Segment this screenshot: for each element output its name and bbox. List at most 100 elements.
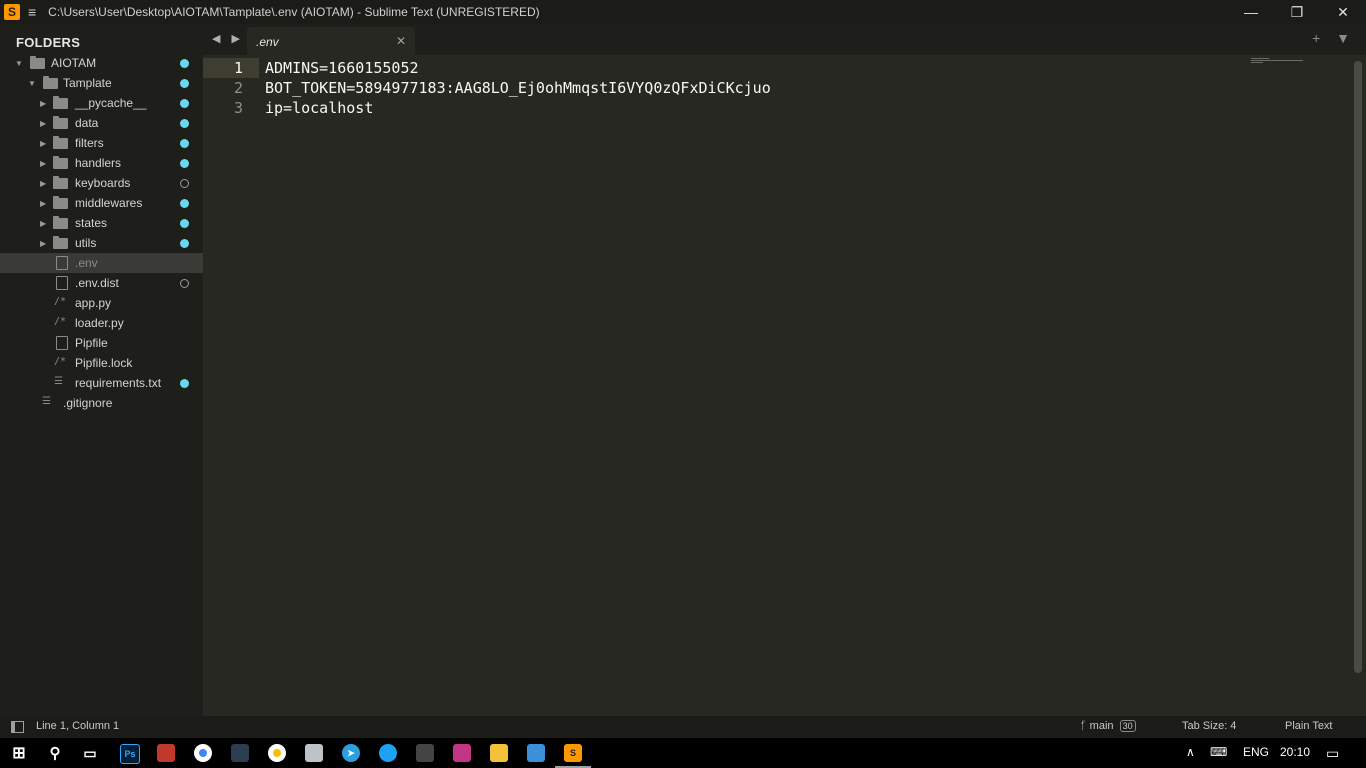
tray-chevron-icon[interactable]: ∧: [1186, 745, 1195, 759]
tree-label: filters: [75, 136, 104, 150]
editor[interactable]: 1 2 3 ADMINS=1660155052 BOT_TOKEN=589497…: [203, 55, 1366, 716]
collapsed-arrow-icon[interactable]: ▶: [40, 159, 46, 168]
payme-icon[interactable]: [416, 744, 434, 762]
expanded-arrow-icon[interactable]: ▼: [28, 79, 36, 88]
menu-icon[interactable]: ≡: [28, 4, 36, 20]
photoshop-icon[interactable]: Ps: [120, 744, 140, 764]
tree-file[interactable]: ☰ .gitignore: [0, 393, 203, 413]
folder-open-icon: [43, 75, 58, 89]
expanded-arrow-icon[interactable]: ▼: [15, 59, 23, 68]
git-branch[interactable]: ᚶ main 30: [1080, 720, 1136, 732]
cursor-position[interactable]: Line 1, Column 1: [36, 720, 119, 732]
sidebar: FOLDERS ▼ AIOTAM ▼ Tamplate ▶ __pycache_…: [0, 24, 203, 716]
vertical-scrollbar[interactable]: [1354, 61, 1362, 673]
text-file-icon: ☰: [54, 376, 63, 387]
tree-folder[interactable]: ▶ keyboards: [0, 173, 203, 193]
code-line[interactable]: ADMINS=1660155052: [265, 59, 419, 77]
tree-file[interactable]: /* loader.py: [0, 313, 203, 333]
folder-icon: [53, 135, 68, 149]
tree-label: utils: [75, 236, 97, 250]
app-red-icon[interactable]: [157, 744, 175, 762]
collapsed-arrow-icon[interactable]: ▶: [40, 199, 46, 208]
collapsed-arrow-icon[interactable]: ▶: [40, 99, 46, 108]
status-dot: [180, 58, 189, 68]
tree-file[interactable]: /* Pipfile.lock: [0, 353, 203, 373]
folder-icon: [53, 115, 68, 129]
status-dot: [180, 278, 189, 288]
tree-label: requirements.txt: [75, 376, 162, 390]
panel-toggle-icon[interactable]: [11, 721, 24, 733]
app-gray-icon[interactable]: [305, 744, 323, 762]
tree-folder[interactable]: ▶ middlewares: [0, 193, 203, 213]
chrome-icon[interactable]: [194, 744, 212, 762]
code-line[interactable]: BOT_TOKEN=5894977183:AAG8LO_Ej0ohMmqstI6…: [265, 79, 771, 97]
tree-label: app.py: [75, 296, 112, 310]
close-button[interactable]: ✕: [1320, 0, 1366, 24]
notifications-icon[interactable]: ▭: [1326, 745, 1339, 762]
title-bar: S ≡ C:\Users\User\Desktop\AIOTAM\Tamplat…: [0, 0, 1366, 24]
app-blue-icon[interactable]: [231, 744, 249, 762]
collapsed-arrow-icon[interactable]: ▶: [40, 219, 46, 228]
tree-folder[interactable]: ▶ handlers: [0, 153, 203, 173]
new-tab-dropdown-icon[interactable]: + ▼: [1312, 30, 1356, 46]
folder-icon: [53, 235, 68, 249]
tab-nav-arrows-icon[interactable]: ◀ ▶: [212, 32, 244, 45]
telegram-icon[interactable]: ➤: [342, 744, 360, 762]
chrome-icon[interactable]: [268, 744, 286, 762]
collapsed-arrow-icon[interactable]: ▶: [40, 239, 46, 248]
tree-label: Pipfile: [75, 336, 108, 350]
tree-file[interactable]: /* app.py: [0, 293, 203, 313]
maximize-button[interactable]: ❐: [1274, 0, 1320, 24]
minimize-button[interactable]: —: [1228, 0, 1274, 24]
collapsed-arrow-icon[interactable]: ▶: [40, 119, 46, 128]
tab-bar: ◀ ▶ .env ✕ + ▼: [203, 24, 1366, 55]
tab-size[interactable]: Tab Size: 4: [1182, 720, 1236, 732]
tree-folder[interactable]: ▶ data: [0, 113, 203, 133]
tree-folder[interactable]: ▶ filters: [0, 133, 203, 153]
tree-folder[interactable]: ▶ __pycache__: [0, 93, 203, 113]
folders-heading: FOLDERS: [16, 35, 81, 50]
tree-folder[interactable]: ▶ utils: [0, 233, 203, 253]
tree-label: .env: [75, 256, 98, 270]
folder-open-icon: [30, 55, 45, 69]
git-count-badge: 30: [1119, 720, 1136, 732]
folder-icon: [53, 155, 68, 169]
folder-icon: [53, 95, 68, 109]
minimap[interactable]: [1251, 58, 1303, 63]
sublime-taskbar-icon[interactable]: S: [555, 744, 591, 768]
tree-label: .env.dist: [75, 276, 119, 290]
tree-folder[interactable]: ▶ states: [0, 213, 203, 233]
status-bar: Line 1, Column 1 ᚶ main 30 Tab Size: 4 P…: [0, 716, 1366, 738]
task-view-icon[interactable]: ▭: [81, 744, 99, 762]
twitter-icon[interactable]: [379, 744, 397, 762]
language-indicator[interactable]: ENG: [1243, 745, 1269, 759]
status-dot: [180, 378, 189, 388]
search-icon[interactable]: ⚲: [46, 744, 64, 762]
tree-file[interactable]: ☰ requirements.txt: [0, 373, 203, 393]
windows-start-icon[interactable]: ⊞: [10, 744, 28, 762]
clock[interactable]: 20:10: [1280, 745, 1310, 759]
status-dot: [180, 138, 189, 148]
tab-env[interactable]: .env ✕: [247, 27, 415, 55]
file-explorer-icon[interactable]: [490, 744, 508, 762]
tree-file[interactable]: .env.dist: [0, 273, 203, 293]
tree-file-selected[interactable]: .env: [0, 253, 203, 273]
tree-label: loader.py: [75, 316, 124, 330]
keyboard-icon[interactable]: ⌨: [1210, 745, 1227, 759]
collapsed-arrow-icon[interactable]: ▶: [40, 139, 46, 148]
folder-icon: [53, 195, 68, 209]
tree-label: Tamplate: [63, 76, 112, 90]
code-file-icon: /*: [54, 356, 67, 367]
tree-label: middlewares: [75, 196, 143, 210]
tab-close-icon[interactable]: ✕: [396, 34, 406, 48]
tree-folder-tamplate[interactable]: ▼ Tamplate: [0, 73, 203, 93]
tree-file[interactable]: Pipfile: [0, 333, 203, 353]
instagram-icon[interactable]: [453, 744, 471, 762]
line-number: 2: [233, 79, 243, 97]
code-line[interactable]: ip=localhost: [265, 99, 373, 117]
syntax-selector[interactable]: Plain Text: [1285, 720, 1333, 732]
collapsed-arrow-icon[interactable]: ▶: [40, 179, 46, 188]
photos-icon[interactable]: [527, 744, 545, 762]
tree-folder-root[interactable]: ▼ AIOTAM: [0, 53, 203, 73]
line-number: 3: [233, 99, 243, 117]
